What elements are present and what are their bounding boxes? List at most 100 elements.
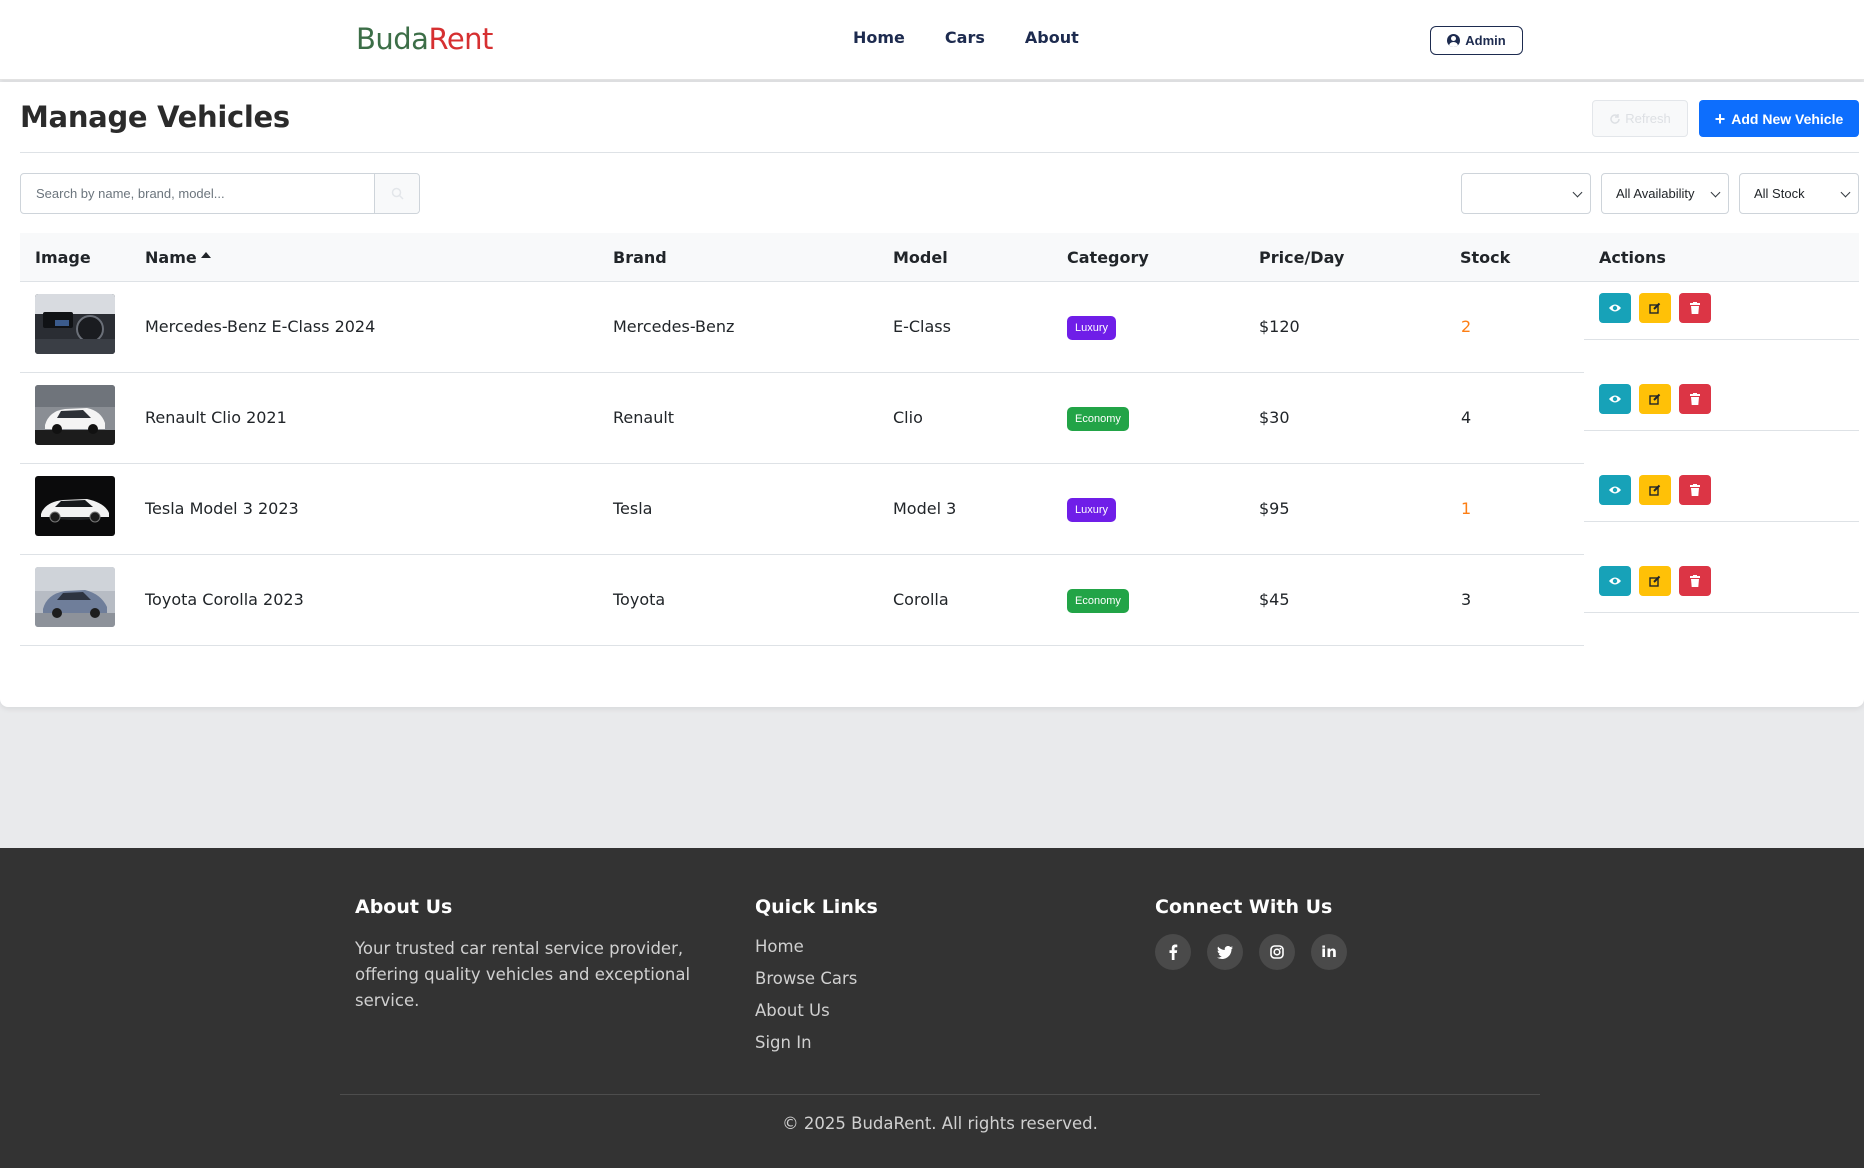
vehicle-name: Renault Clio 2021 [145, 408, 287, 427]
vehicle-price: $95 [1259, 499, 1290, 518]
nav-link-home[interactable]: Home [853, 28, 905, 47]
footer-divider [340, 1094, 1540, 1095]
vehicle-name: Tesla Model 3 2023 [145, 499, 299, 518]
refresh-button[interactable]: Refresh [1592, 100, 1688, 137]
view-button[interactable] [1599, 384, 1631, 414]
availability-filter-select[interactable]: All Availability [1601, 173, 1729, 214]
vehicle-name: Mercedes-Benz E-Class 2024 [145, 317, 376, 336]
instagram-icon[interactable] [1259, 934, 1295, 970]
edit-icon [1649, 302, 1661, 314]
search-input[interactable] [21, 174, 374, 213]
stock-filter-value: All Stock [1754, 186, 1805, 201]
vehicle-thumbnail [35, 476, 115, 536]
refresh-icon [1610, 113, 1620, 124]
trash-icon [1690, 393, 1700, 405]
search-icon [391, 187, 404, 200]
vehicle-brand: Toyota [613, 590, 666, 609]
header-divider [20, 152, 1859, 153]
search-button[interactable] [374, 174, 419, 213]
eye-icon [1609, 486, 1621, 494]
chevron-down-icon [1572, 187, 1583, 198]
vehicle-stock: 2 [1461, 317, 1472, 336]
row-actions [1599, 475, 1711, 505]
footer-link-home[interactable]: Home [755, 936, 857, 958]
footer-copyright: © 2025 BudaRent. All rights reserved. [782, 1114, 1098, 1133]
vehicle-stock: 4 [1461, 408, 1472, 427]
site-footer: About Us Your trusted car rental service… [0, 848, 1864, 1168]
actions-divider [1584, 430, 1859, 431]
column-header-price: Price/Day [1259, 248, 1345, 267]
view-button[interactable] [1599, 566, 1631, 596]
vehicle-brand: Mercedes-Benz [613, 317, 735, 336]
vehicle-thumbnail [35, 385, 115, 445]
row-divider [20, 645, 1584, 646]
vehicle-thumbnail [35, 294, 115, 354]
table-row: Renault Clio 2021 Renault Clio Economy $… [20, 373, 1859, 464]
delete-button[interactable] [1679, 566, 1711, 596]
vehicle-model: E-Class [893, 317, 951, 336]
chevron-down-icon [1840, 187, 1851, 198]
brand-name-part2: Rent [428, 22, 493, 56]
plus-icon: + [1714, 108, 1726, 129]
vehicle-name: Toyota Corolla 2023 [145, 590, 304, 609]
vehicle-brand: Renault [613, 408, 675, 427]
row-actions [1599, 384, 1711, 414]
column-header-name[interactable]: Name [145, 248, 211, 267]
delete-button[interactable] [1679, 384, 1711, 414]
footer-quick-links: Home Browse Cars About Us Sign In [755, 936, 857, 1054]
edit-icon [1649, 484, 1661, 496]
edit-button[interactable] [1639, 475, 1671, 505]
table-row: Mercedes-Benz E-Class 2024 Mercedes-Benz… [20, 282, 1859, 373]
actions-divider [1584, 612, 1859, 613]
footer-link-browse-cars[interactable]: Browse Cars [755, 968, 857, 990]
delete-button[interactable] [1679, 293, 1711, 323]
admin-button[interactable]: Admin [1430, 26, 1523, 55]
column-header-model: Model [893, 248, 948, 267]
top-navbar: BudaRent Home Cars About Admin [0, 0, 1864, 80]
table-row: Tesla Model 3 2023 Tesla Model 3 Luxury … [20, 464, 1859, 555]
actions-divider [1584, 339, 1859, 340]
add-new-vehicle-button[interactable]: + Add New Vehicle [1699, 100, 1859, 137]
social-links: in [1155, 934, 1347, 970]
nav-links: Home Cars About [853, 28, 1079, 47]
footer-link-sign-in[interactable]: Sign In [755, 1032, 857, 1054]
footer-links-title: Quick Links [755, 896, 878, 918]
nav-link-cars[interactable]: Cars [945, 28, 985, 47]
footer-link-about-us[interactable]: About Us [755, 1000, 857, 1022]
eye-icon [1609, 304, 1621, 312]
admin-button-label: Admin [1465, 33, 1506, 48]
edit-button[interactable] [1639, 293, 1671, 323]
column-header-name-label: Name [145, 248, 197, 267]
eye-icon [1609, 577, 1621, 585]
vehicle-model: Model 3 [893, 499, 957, 518]
edit-button[interactable] [1639, 566, 1671, 596]
manage-vehicles-card: Manage Vehicles Refresh + Add New Vehicl… [0, 82, 1864, 707]
vehicle-price: $30 [1259, 408, 1290, 427]
column-header-actions: Actions [1599, 248, 1666, 267]
trash-icon [1690, 575, 1700, 587]
column-header-category: Category [1067, 248, 1149, 267]
nav-link-about[interactable]: About [1025, 28, 1079, 47]
search-group [20, 173, 420, 214]
view-button[interactable] [1599, 293, 1631, 323]
brand-logo[interactable]: BudaRent [356, 22, 493, 56]
vehicle-stock: 1 [1461, 499, 1472, 518]
facebook-icon[interactable] [1155, 934, 1191, 970]
linkedin-icon[interactable]: in [1311, 934, 1347, 970]
category-filter-select[interactable] [1461, 173, 1591, 214]
chevron-down-icon [1710, 187, 1721, 198]
edit-icon [1649, 575, 1661, 587]
twitter-icon[interactable] [1207, 934, 1243, 970]
delete-button[interactable] [1679, 475, 1711, 505]
edit-button[interactable] [1639, 384, 1671, 414]
edit-icon [1649, 393, 1661, 405]
column-header-brand: Brand [613, 248, 667, 267]
table-row: Toyota Corolla 2023 Toyota Corolla Econo… [20, 555, 1859, 646]
brand-name-part1: Buda [356, 22, 429, 56]
eye-icon [1609, 395, 1621, 403]
stock-filter-select[interactable]: All Stock [1739, 173, 1859, 214]
trash-icon [1690, 302, 1700, 314]
footer-connect-title: Connect With Us [1155, 896, 1333, 918]
vehicle-price: $45 [1259, 590, 1290, 609]
view-button[interactable] [1599, 475, 1631, 505]
